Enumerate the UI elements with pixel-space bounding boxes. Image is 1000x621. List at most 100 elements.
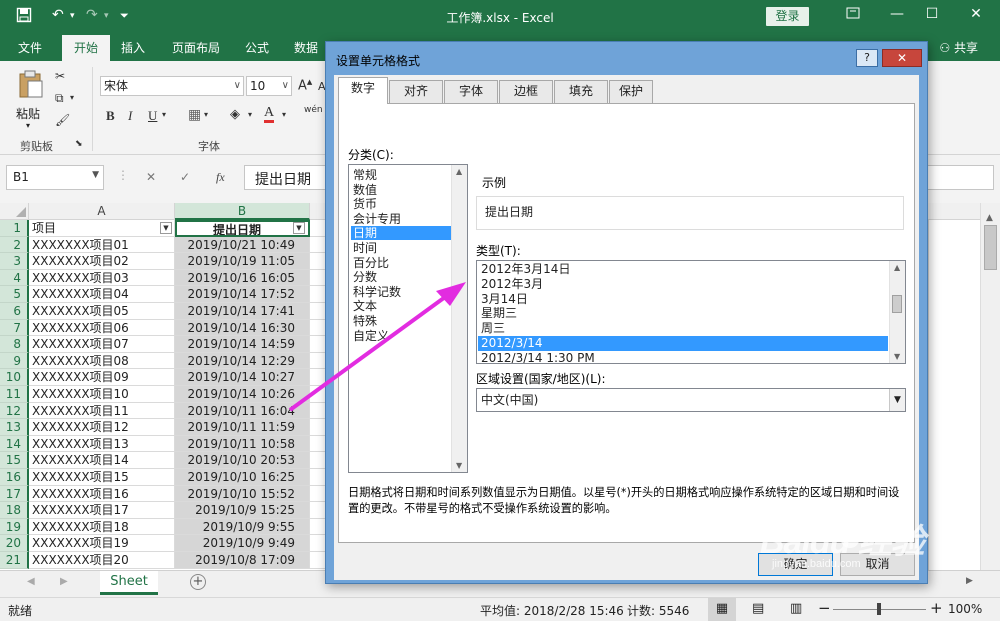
cell-project[interactable]: XXXXXXX项目01 (29, 236, 175, 254)
cell-date[interactable]: 2019/10/14 17:41 (175, 303, 310, 320)
cell-project[interactable]: XXXXXXX项目04 (29, 286, 175, 303)
category-scrollbar[interactable]: ▲ ▼ (451, 165, 467, 472)
zoom-out-icon[interactable]: − (818, 599, 831, 617)
row-header[interactable]: 13 (0, 419, 29, 436)
borders-icon[interactable]: ▦ (188, 107, 201, 123)
tab-formulas[interactable]: 公式 (245, 39, 269, 56)
cell-date[interactable]: 2019/10/14 12:29 (175, 352, 310, 370)
format-painter-icon[interactable]: 🖌 (55, 113, 70, 127)
row-header[interactable]: 18 (0, 502, 29, 519)
zoom-level[interactable]: 100% (948, 602, 982, 616)
row-header[interactable]: 12 (0, 402, 29, 420)
vertical-scrollbar[interactable]: ▲ (980, 203, 1000, 570)
filter-button-b[interactable]: ▼ (293, 222, 305, 234)
cell-project[interactable]: XXXXXXX项目10 (29, 386, 175, 403)
next-sheet-icon[interactable]: ▶ (60, 576, 68, 587)
row-header[interactable]: 3 (0, 253, 29, 270)
cell-project[interactable]: XXXXXXX项目12 (29, 419, 175, 436)
dropdown-arrow-icon[interactable]: ▼ (889, 389, 905, 411)
tab-fill[interactable]: 填充 (554, 80, 608, 103)
category-item[interactable]: 常规 (351, 168, 453, 182)
category-item[interactable]: 百分比 (351, 256, 453, 270)
scroll-up-icon[interactable]: ▲ (456, 167, 462, 176)
help-button[interactable]: ? (856, 49, 878, 67)
cell-date[interactable]: 2019/10/8 17:09 (175, 552, 310, 569)
category-item[interactable]: 数值 (351, 183, 453, 197)
cell-date[interactable]: 2019/10/21 10:49 (175, 236, 310, 254)
page-break-view-icon[interactable]: ▥ (790, 601, 802, 616)
row-header[interactable]: 8 (0, 336, 29, 353)
tab-number[interactable]: 数字 (338, 77, 388, 104)
name-box[interactable]: B1 ▼ (6, 165, 104, 190)
cell-date[interactable]: 2019/10/19 11:05 (175, 253, 310, 270)
cell-date[interactable]: 2019/10/11 11:59 (175, 419, 310, 436)
row-header[interactable]: 7 (0, 319, 29, 337)
category-item[interactable]: 货币 (351, 197, 453, 211)
font-size-select[interactable]: 10 ∨ (246, 76, 292, 96)
add-sheet-icon[interactable]: + (190, 574, 206, 590)
login-button[interactable]: 登录 (766, 7, 809, 26)
column-header-b[interactable]: B (175, 203, 310, 220)
dialog-close-button[interactable]: ✕ (882, 49, 922, 67)
row-header[interactable]: 6 (0, 303, 29, 320)
cell-date[interactable]: 2019/10/14 14:59 (175, 336, 310, 353)
font-color-dropdown-icon[interactable]: ▾ (282, 110, 286, 119)
copy-icon[interactable]: ⧉ (55, 91, 64, 106)
minimize-icon[interactable]: — (887, 6, 907, 22)
cell-date[interactable]: 2019/10/14 17:52 (175, 286, 310, 303)
paste-button[interactable]: 粘贴 ▾ (14, 69, 48, 131)
zoom-slider[interactable] (833, 603, 926, 615)
cancel-icon[interactable]: ✕ (146, 170, 156, 184)
cell-project[interactable]: XXXXXXX项目17 (29, 502, 175, 519)
zoom-slider-thumb[interactable] (877, 603, 881, 615)
underline-button[interactable]: U (148, 108, 157, 124)
underline-dropdown-icon[interactable]: ▾ (162, 110, 166, 119)
scroll-down-icon[interactable]: ▼ (894, 352, 900, 361)
select-all-corner[interactable] (0, 203, 29, 220)
type-item[interactable]: 2012年3月14日 (478, 262, 888, 277)
cell-project[interactable]: XXXXXXX项目13 (29, 435, 175, 453)
row-header[interactable]: 10 (0, 369, 29, 386)
tab-file[interactable]: 文件 (18, 39, 42, 56)
insert-function-icon[interactable]: fx (216, 170, 225, 185)
cell-date[interactable]: 2019/10/14 10:26 (175, 386, 310, 403)
paste-dropdown-icon[interactable]: ▾ (26, 121, 30, 130)
row-header[interactable]: 14 (0, 435, 29, 453)
filter-button-a[interactable]: ▼ (160, 222, 172, 234)
bold-button[interactable]: B (106, 108, 115, 124)
sheet-tab[interactable]: Sheet (100, 571, 158, 595)
tab-page-layout[interactable]: 页面布局 (172, 39, 220, 56)
cell-project[interactable]: XXXXXXX项目11 (29, 402, 175, 420)
prev-sheet-icon[interactable]: ◀ (27, 576, 35, 587)
category-item[interactable]: 日期 (351, 226, 453, 241)
category-item[interactable]: 特殊 (351, 314, 453, 328)
cell-project[interactable]: XXXXXXX项目16 (29, 485, 175, 503)
cell-date[interactable]: 2019/10/10 15:52 (175, 485, 310, 503)
row-header[interactable]: 5 (0, 286, 29, 303)
row-header[interactable]: 1 (0, 220, 29, 237)
type-item[interactable]: 3月14日 (478, 292, 888, 307)
cell-project[interactable]: XXXXXXX项目18 (29, 518, 175, 536)
ribbon-display-options-icon[interactable] (843, 6, 863, 24)
borders-dropdown-icon[interactable]: ▾ (204, 110, 208, 119)
cell-date[interactable]: 2019/10/16 16:05 (175, 269, 310, 287)
category-item[interactable]: 会计专用 (351, 212, 453, 226)
type-scroll-thumb[interactable] (892, 295, 902, 313)
type-item[interactable]: 2012/3/14 (478, 336, 888, 351)
cut-icon[interactable]: ✂ (55, 69, 65, 83)
scroll-up-icon[interactable]: ▲ (894, 263, 900, 272)
row-header[interactable]: 2 (0, 236, 29, 254)
tab-data[interactable]: 数据 (294, 39, 318, 56)
category-item[interactable]: 分数 (351, 270, 453, 284)
row-header[interactable]: 20 (0, 535, 29, 552)
enter-icon[interactable]: ✓ (180, 170, 190, 184)
type-item[interactable]: 周三 (478, 321, 888, 336)
cell-project[interactable]: XXXXXXX项目09 (29, 369, 175, 386)
scroll-thumb[interactable] (984, 225, 997, 270)
fill-color-icon[interactable]: ◈ (230, 107, 240, 122)
italic-button[interactable]: I (128, 108, 132, 124)
font-name-select[interactable]: 宋体 ∨ (100, 76, 244, 96)
cell-project[interactable]: XXXXXXX项目19 (29, 535, 175, 552)
cell-project[interactable]: XXXXXXX项目07 (29, 336, 175, 353)
type-item[interactable]: 星期三 (478, 306, 888, 321)
